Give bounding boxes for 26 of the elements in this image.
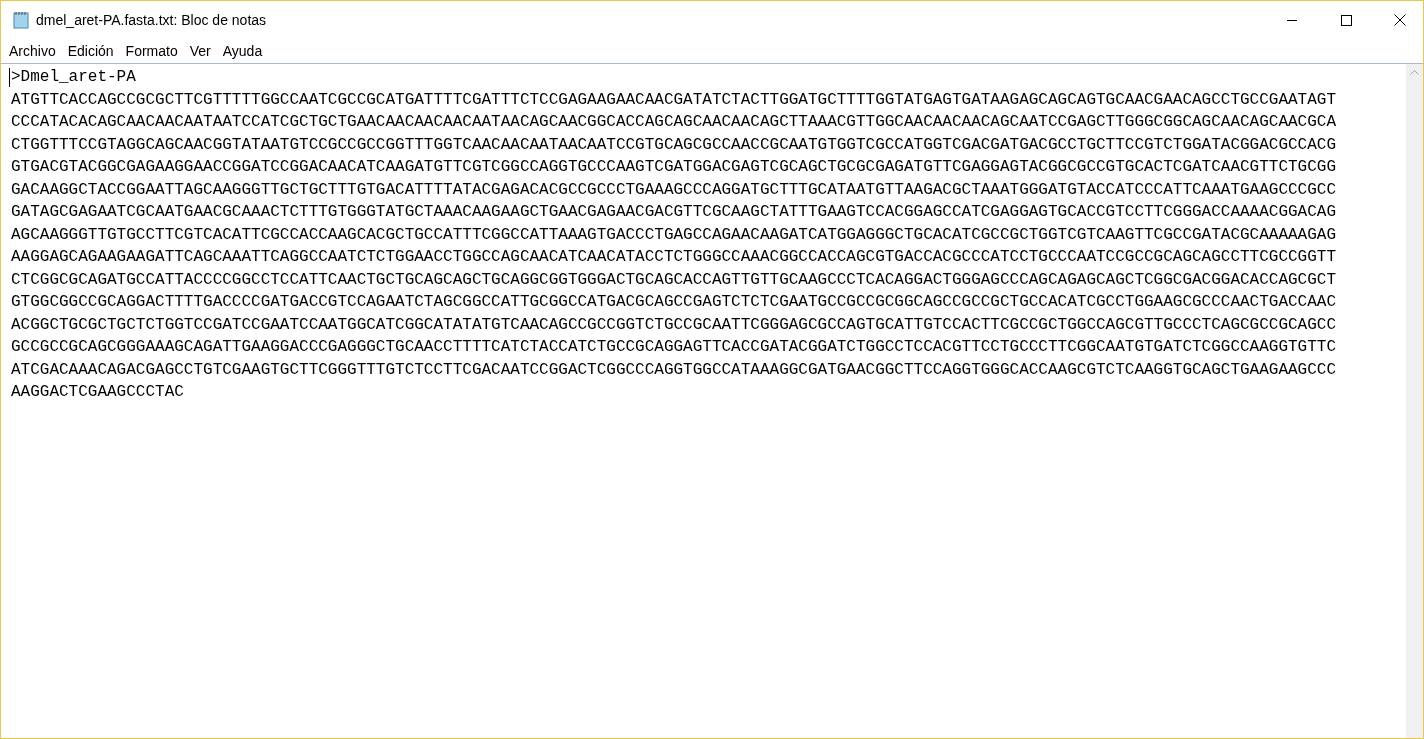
notepad-icon: [12, 11, 30, 29]
window-title: dmel_aret-PA.fasta.txt: Bloc de notas: [36, 12, 267, 28]
menu-item[interactable]: Ver: [183, 41, 217, 61]
text-line: GTGACGTACGGCGAGAAGGAACCGGATCCGGACAACATCAAGATGTTCGTCGGCCAGGTGCCCAAGTCGATGGACGAGTCGCAGCTGCGCGAGATGTTCGAGGAGTACGGCGCCGTGCACTCGATCAACGTTCTGCGG: [11, 157, 1336, 178]
text-line: GCCGCCGCAGCGGGAAAGCAGATTGAAGGACCCGAGGGCTGCAACCTTTTCATCTACCATCTGCCGCAGGAGTTCACCGATACGGATCTGGCCTCCACGTTCCTGCCCTTCGGCAATGTGATCTCGGCCAAGGTGTTC: [11, 337, 1336, 358]
text-line: ATGTTCACCAGCCGCGCTTCGTTTTTGGCCAATCGCCGCATGATTTTCGATTTCTCCGAGAAGAACAACGATATCTACTTGGATGCTTTTGGTATGAGTGATAAGAGCAGCAGTGCAACGAACAGCCTGCCGAATAGT: [11, 89, 1336, 111]
menu-item[interactable]: Ayuda: [216, 41, 269, 61]
text-line: >Dmel_aret-PA: [11, 67, 136, 88]
text-line: GACAAGGCTACCGGAATTAGCAAGGGTTGCTGCTTTGTGACATTTTATACGAGACACGCCGCCCTGAAAGCCCAGGATGCTTTGCATAATGTTAAGACGCTAAATGGGATGTACCATCCCATTCAAATGAAGCCCGCC: [11, 179, 1336, 201]
text-line: ACGGCTGCGCTGCTCTGGTCCGATCCGAATCCAATGGCATCGGCATATATGTCAACAGCCGCCGGTCTGCCGCAATTCGGGAGCGCCAGTGCATTGTCCACTTCGCCGCTGGCCAGCGTTGCCCTCAGCGCCGCAGCC: [11, 314, 1336, 336]
maximize-icon[interactable]: [1340, 14, 1352, 26]
close-icon[interactable]: [1394, 14, 1406, 26]
text-line: GTGGCGGCCGCAGGACTTTTGACCCCGATGACCGTCCAGAATCTAGCGGCCATTGCGGCCATGACGCAGCCGAGTCTCTCGAATGCCGCCGCGGCAGCCGCCGCTGCCACATCGCCTGGAAGCGCCCAACTGACCAAC: [11, 292, 1336, 313]
text-line: GATAGCGAGAATCGCAATGAACGCAAACTCTTTGTGGGTATGCTAAACAAGAAGCTGAACGAGAACGACGTTCGCAAGCTATTTGAAGTCCACGGAGCCATCGAGGAGTGCACCGTCCTTCGGGACCAAAACGGACAG: [11, 202, 1336, 223]
text-line: AAGGACTCGAAGCCCTAC: [11, 382, 184, 403]
text-cursor: [9, 68, 10, 87]
menu-item[interactable]: Edición: [61, 41, 120, 61]
text-line: ATCGACAAACAGACGAGCCTGTCGAAGTGCTTCGGGTTTGTCTCCTTCGACAATCCGGACTCGGCCCAGGTGGCCATAAAGGCGATGAACGGCTTCCAGGTGGGCACCAAGCGTCTCAAGGTGCAGCTGAAGAAGCCC: [11, 359, 1336, 381]
text-line: AGCAAGGGTTGTGCCTTCGTCACATTCGCCACCAAGCACGCTGCCATTTCGGCCATTAAAGTGACCCTGAGCCAGAACAAGATCATGGAGGGCTGCACATCGCCGCTGGTCGTCAAGTTCGCCGATACGCAAAAAGAG: [11, 224, 1336, 246]
text-line: CTGGTTTCCGTAGGCAGCAACGGTATAATGTCCGCCGCCGGTTTGGTCAACAACAATAACAATCCGTGCAGCGCCAACCGCAATGTGGTCGCCATGGTCGACGATGACGCCTGCTTCCGTCTGGATACGGACGCCACG: [11, 134, 1336, 156]
scrollbar[interactable]: [1406, 64, 1423, 738]
text-line: CCCATACACAGCAACAACAATAATCCATCGCTGCTGAACAACAACAACAATAACAGCAACGGCACCAGCAGCAACAACAGCTTAAACGTTGGCAACAACAACAGCAATCCGAGCTTGGGCGGCAGCAACAGCAACGCA: [11, 112, 1336, 133]
text-line: AAGGAGCAGAAGAAGATTCAGCAAATTCAGGCCAATCTCTGGAACCTGGCCAGCAACATCAACATACCTCTGGGCCAAACGGCCACCAGCGTGACCACGCCCATCCTGCCCAATCCGCCGCAGCAGCCTTCGCCGGTT: [11, 247, 1336, 268]
menu-item[interactable]: Archivo: [3, 41, 62, 61]
menu-item[interactable]: Formato: [119, 41, 184, 61]
text-line: CTCGGCGCAGATGCCATTACCCCGGCCTCCATTCAACTGCTGCAGCAGCTGCAGGCGGTGGGACTGCAGCACCAGTTGTTGCAAGCCCTCACAGGACTGGGAGCCCAGCAGAGCAGCTCGGCGACGGACACCAGCGCT: [11, 269, 1336, 291]
